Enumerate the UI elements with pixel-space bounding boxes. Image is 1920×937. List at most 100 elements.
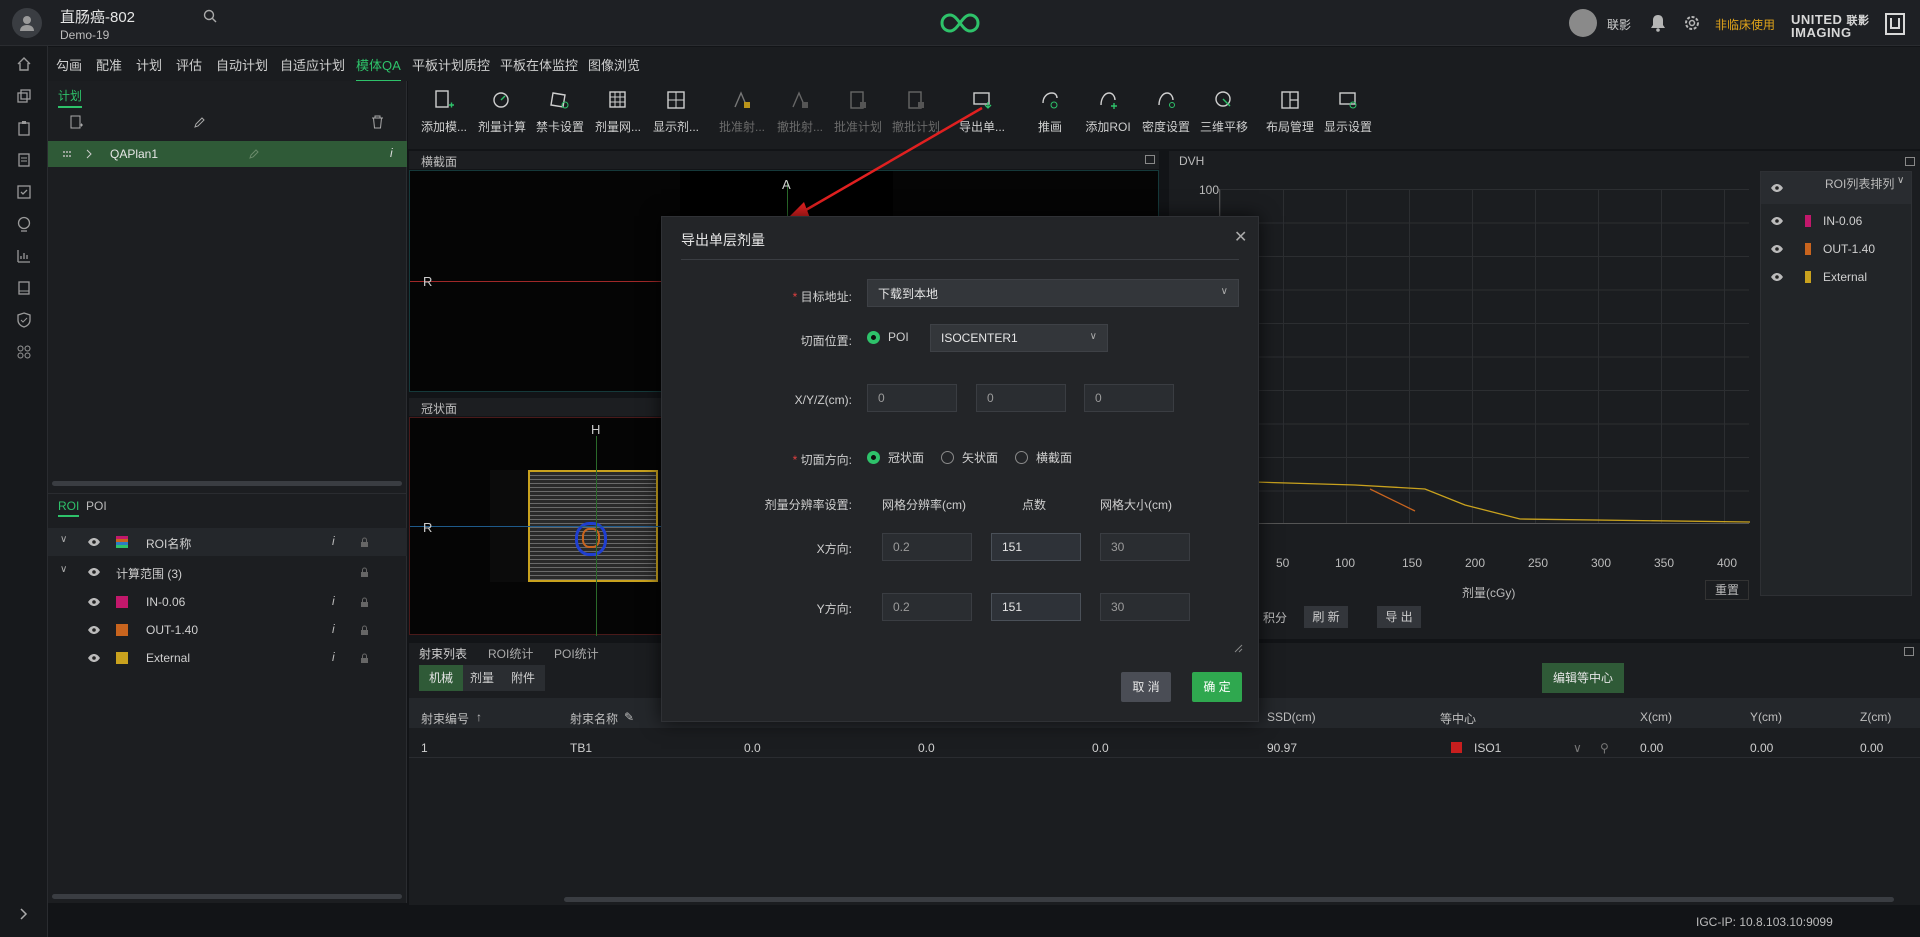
tab-roi[interactable]: ROI (58, 499, 80, 517)
tool-add-phantom[interactable]: 添加模... (414, 87, 474, 135)
tab-plan[interactable]: 计划 (58, 87, 83, 108)
eye-icon[interactable] (1769, 214, 1785, 228)
col-ssd[interactable]: SSD(cm) (1267, 710, 1316, 724)
col-beam-id[interactable]: 射束编号 (421, 710, 469, 727)
resize-handle-icon[interactable] (1232, 642, 1244, 654)
pencil-icon[interactable]: ✎ (624, 710, 634, 724)
beam-table-row[interactable] (409, 730, 1920, 758)
panel-scrollbar[interactable] (564, 897, 1894, 902)
menu-item-plan[interactable]: 计划 (136, 55, 162, 74)
drag-handle-icon[interactable] (60, 147, 74, 161)
menu-item-adaptive-plan[interactable]: 自适应计划 (280, 55, 345, 74)
chevron-down-icon[interactable]: ∨ (1090, 331, 1097, 342)
poi-select[interactable]: ISOCENTER1 ∨ (930, 324, 1108, 352)
tab-poi-stats[interactable]: POI统计 (554, 645, 599, 662)
expand-chevron-icon[interactable] (14, 904, 34, 924)
lock-icon[interactable] (358, 623, 370, 637)
col-y[interactable]: Y(cm) (1750, 710, 1782, 724)
chart-icon[interactable] (14, 246, 34, 266)
dir-sagittal-radio[interactable]: 矢状面 (941, 449, 998, 466)
col-beam-name[interactable]: 射束名称 (570, 710, 618, 727)
eye-icon[interactable] (1769, 270, 1785, 284)
maximize-icon[interactable] (1145, 155, 1155, 164)
menu-item-panel-plan-qc[interactable]: 平板计划质控 (412, 55, 490, 74)
trash-icon[interactable] (368, 113, 386, 131)
tool-approve-beam[interactable]: 批准射... (712, 87, 772, 135)
info-icon[interactable]: i (332, 622, 335, 636)
user-avatar-icon[interactable] (12, 8, 42, 38)
menu-item-registration[interactable]: 配准 (96, 55, 122, 74)
info-icon[interactable]: i (332, 650, 335, 664)
checklist-icon[interactable] (14, 182, 34, 202)
chevron-right-icon[interactable] (82, 147, 96, 161)
tool-layout-manage[interactable]: 布局管理 (1260, 87, 1320, 135)
y-grid-size-input[interactable]: 30 (1100, 593, 1190, 621)
dir-coronal-radio[interactable]: 冠状面 (867, 449, 924, 466)
maximize-icon[interactable] (1904, 647, 1914, 656)
tool-dose-calc[interactable]: 剂量计算 (472, 87, 532, 135)
dvh-roi-item[interactable]: IN-0.06 (1761, 208, 1911, 234)
clipboard-icon[interactable] (14, 118, 34, 138)
report-icon[interactable] (14, 150, 34, 170)
tool-display-dose[interactable]: 显示剂... (646, 87, 706, 135)
tool-display-settings[interactable]: 显示设置 (1318, 87, 1378, 135)
tab-roi-stats[interactable]: ROI统计 (488, 645, 533, 662)
menu-item-contour[interactable]: 勾画 (56, 55, 82, 74)
lock-icon[interactable] (358, 651, 370, 665)
tab-beam-list[interactable]: 射束列表 (419, 645, 467, 662)
roi-row[interactable]: External i (48, 644, 407, 672)
lock-icon[interactable] (358, 595, 370, 609)
x-coord-input[interactable]: 0 (867, 384, 957, 412)
x-grid-size-input[interactable]: 30 (1100, 533, 1190, 561)
roi-row[interactable]: OUT-1.40 i (48, 616, 407, 644)
sort-chevron-icon[interactable]: ∨ (1897, 175, 1904, 186)
poi-radio[interactable]: POI (867, 330, 909, 344)
close-icon[interactable]: ✕ (1234, 227, 1247, 247)
dvh-reset-button[interactable]: 重置 (1705, 580, 1749, 600)
menu-item-phantom-qa[interactable]: 模体QA (356, 55, 401, 82)
layers-icon[interactable] (14, 86, 34, 106)
eye-icon[interactable] (86, 651, 102, 665)
tool-3d-translate[interactable]: 三维平移 (1194, 87, 1254, 135)
bell-icon[interactable] (1648, 12, 1668, 34)
dvh-roi-item[interactable]: External (1761, 264, 1911, 290)
roi-group-row[interactable]: ∨ 计算范围 (3) (48, 558, 407, 586)
tool-dose-grid[interactable]: 剂量网... (588, 87, 648, 135)
collapse-chevron-icon[interactable]: ∨ (60, 534, 67, 545)
roi-sort-label[interactable]: ROI列表排列 (1825, 175, 1894, 192)
lock-icon[interactable] (358, 565, 370, 579)
gear-icon[interactable] (1681, 12, 1703, 34)
dvh-plot-area[interactable] (1219, 189, 1750, 524)
tool-density-settings[interactable]: 密度设置 (1136, 87, 1196, 135)
tab-poi[interactable]: POI (86, 499, 107, 513)
collapse-chevron-icon[interactable]: ∨ (60, 564, 67, 575)
maximize-icon[interactable] (1905, 157, 1915, 166)
eye-icon[interactable] (86, 595, 102, 609)
patient-name[interactable]: 直肠癌-802 (60, 6, 135, 27)
eye-icon[interactable] (86, 623, 102, 637)
shield-icon[interactable] (14, 310, 34, 330)
x-points-input[interactable]: 151 (991, 533, 1081, 561)
edit-icon[interactable] (190, 113, 208, 131)
plan-edit-icon[interactable] (246, 146, 262, 162)
y-coord-input[interactable]: 0 (976, 384, 1066, 412)
plan-info-icon[interactable]: i (390, 146, 393, 160)
home-icon[interactable] (14, 54, 34, 74)
cell-isocenter[interactable]: ISO1 (1474, 741, 1501, 755)
lock-icon[interactable] (358, 535, 370, 549)
eye-icon[interactable] (86, 565, 102, 579)
menu-item-image-browse[interactable]: 图像浏览 (588, 55, 640, 74)
user-avatar[interactable] (1569, 9, 1597, 37)
subtab-dose[interactable]: 剂量 (463, 665, 501, 691)
roi-color-swatch[interactable] (116, 596, 128, 608)
sort-arrow-icon[interactable]: ↑ (476, 710, 482, 724)
info-icon[interactable]: i (332, 534, 335, 548)
plan-item-row[interactable]: QAPlan1 i (48, 141, 407, 167)
eye-icon[interactable] (1769, 181, 1785, 195)
subtab-mechanical[interactable]: 机械 (419, 665, 463, 691)
tool-push-image[interactable]: 推画 (1020, 87, 1080, 135)
dvh-refresh-button[interactable]: 刷 新 (1304, 606, 1348, 628)
dvh-export-button[interactable]: 导 出 (1377, 606, 1421, 628)
iso-dropdown-chevron-icon[interactable]: ∨ (1573, 741, 1582, 755)
edit-isocenter-button[interactable]: 编辑等中心 (1542, 663, 1624, 693)
